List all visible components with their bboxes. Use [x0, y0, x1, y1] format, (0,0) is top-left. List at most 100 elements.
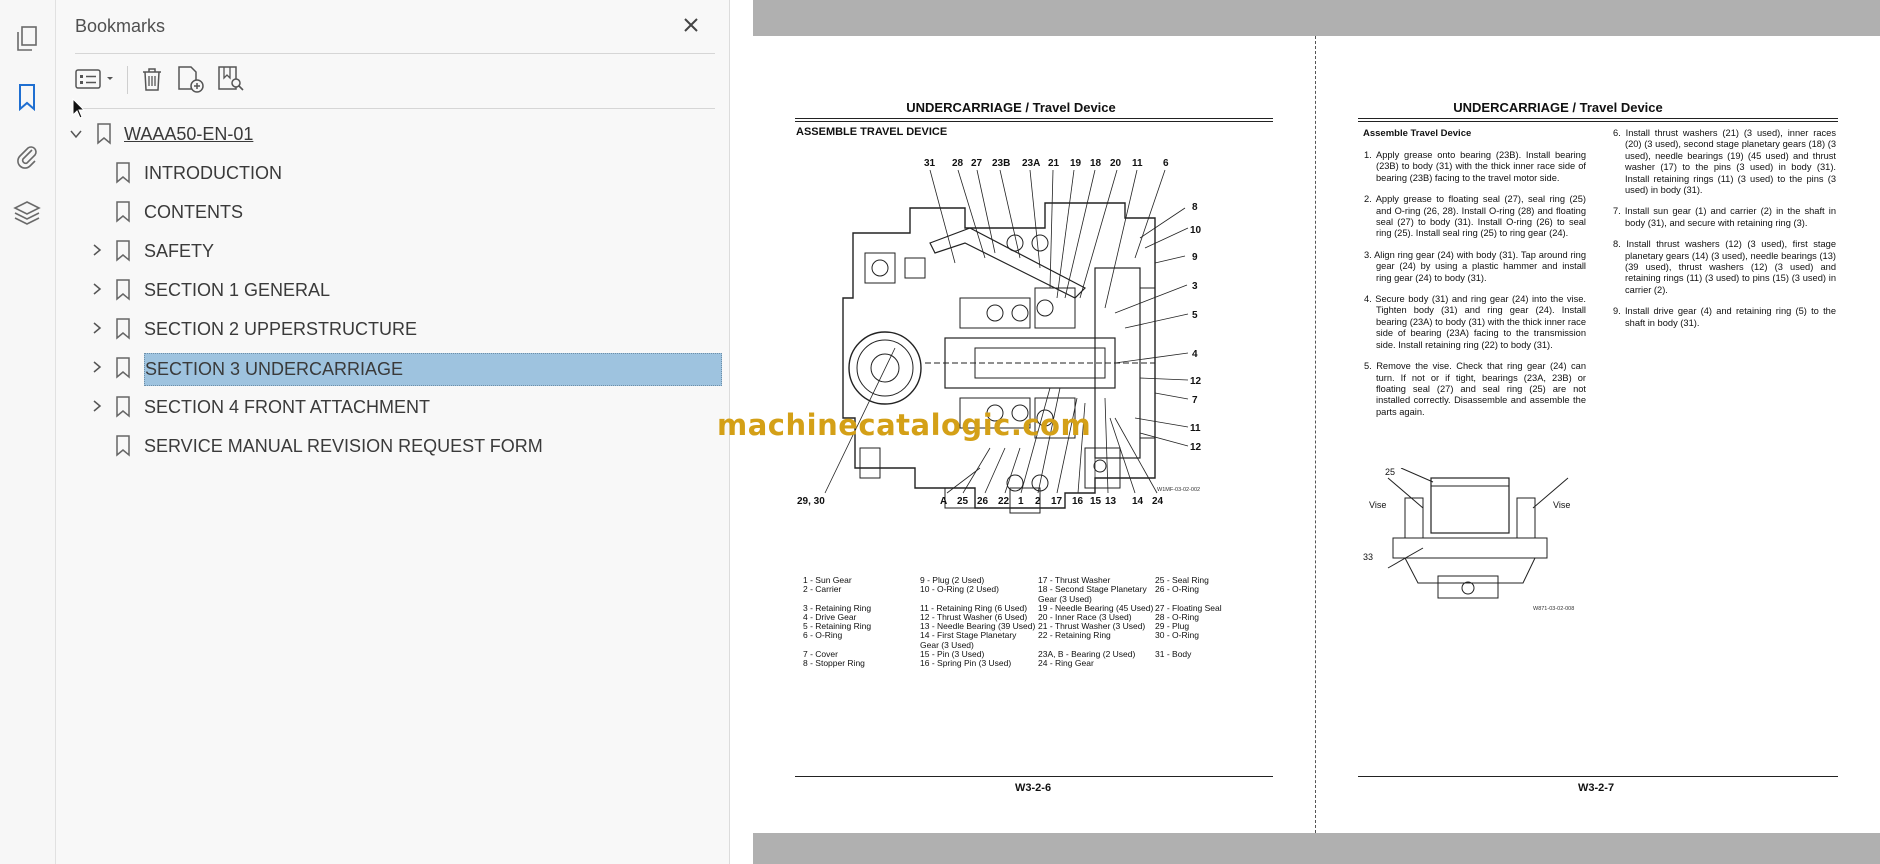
diagram-callout: 6	[1163, 158, 1169, 169]
diagram-callout: 20	[1110, 158, 1122, 169]
diagram-callout: 5	[1192, 310, 1198, 321]
bookmark-icon	[115, 201, 131, 223]
watermark-text: machinecatalogic.com	[717, 408, 1092, 442]
diagram-callout: 8	[1192, 202, 1198, 213]
close-icon[interactable]	[680, 14, 702, 36]
bookmark-item-safety[interactable]: SAFETY	[144, 236, 214, 266]
bookmark-item-introduction[interactable]: INTRODUCTION	[144, 158, 282, 188]
diagram-callout: 21	[1048, 158, 1060, 169]
bookmark-item-section-3[interactable]: SECTION 3 UNDERCARRIAGE	[144, 353, 722, 386]
legend-num: 31 -	[1155, 649, 1170, 659]
bookmark-item-section-4[interactable]: SECTION 4 FRONT ATTACHMENT	[144, 392, 430, 422]
legend-text: Spring Pin (3 Used)	[937, 658, 1012, 668]
vise-figure: 25 33 Vise Vise W871-03-02-008	[1363, 468, 1574, 612]
divider	[75, 53, 715, 54]
step-text: 8. Install thrust washers (12) (3 used),…	[1613, 239, 1836, 295]
diagram-callout: 28	[952, 158, 964, 169]
diagram-callout: 24	[1152, 496, 1164, 507]
figure-label: 33	[1363, 552, 1373, 562]
legend-num: 24 -	[1038, 658, 1053, 668]
legend-text: Body	[1172, 649, 1192, 659]
header-rule	[1358, 121, 1838, 122]
legend-text: O-Ring	[815, 630, 843, 640]
bookmark-icon	[115, 162, 131, 184]
diagram-callout: A	[940, 496, 947, 507]
step-text: 7. Install sun gear (1) and carrier (2) …	[1613, 206, 1836, 228]
page-subtitle: Assemble Travel Device	[1363, 128, 1472, 139]
legend-num: 14 -	[920, 630, 935, 640]
delete-icon[interactable]	[136, 62, 168, 96]
step-text: 2. Apply grease to floating seal (27), s…	[1364, 194, 1586, 239]
find-bookmark-icon[interactable]	[214, 62, 248, 96]
legend-text: O-Ring	[1172, 630, 1199, 640]
header-rule	[1358, 118, 1838, 119]
toolbar-separator	[127, 66, 128, 94]
chevron-right-icon[interactable]	[90, 321, 104, 335]
legend-num: 6 -	[803, 630, 813, 640]
layers-icon[interactable]	[12, 198, 42, 228]
diagram-callout: 11	[1190, 423, 1201, 434]
header-rule	[795, 121, 1273, 122]
chevron-right-icon[interactable]	[90, 243, 104, 257]
diagram-callout: 23A	[1022, 158, 1040, 169]
travel-device-diagram: 31 28 27 23B 23A 21 19 18 20 11 6 8 10 9…	[797, 158, 1202, 514]
figure-label: 25	[1385, 468, 1395, 477]
legend-text: Second Stage Planetary Gear (3 Used)	[1038, 584, 1147, 604]
step-text: 9. Install drive gear (4) and retaining …	[1613, 306, 1836, 328]
legend-num: 22 -	[1038, 630, 1053, 640]
step-text: 5. Remove the vise. Check that ring gear…	[1364, 361, 1586, 417]
diagram-callout: 31	[924, 158, 936, 169]
header-rule	[795, 118, 1273, 119]
legend-num: 16 -	[920, 658, 935, 668]
figure-label: Vise	[1553, 500, 1570, 510]
bookmark-item-root[interactable]: WAAA50-EN-01	[124, 119, 253, 149]
bookmark-item-revision-form[interactable]: SERVICE MANUAL REVISION REQUEST FORM	[144, 431, 543, 461]
diagram-callout: 26	[977, 496, 989, 507]
attachment-icon[interactable]	[12, 140, 42, 170]
legend-text: Retaining Ring	[1055, 630, 1111, 640]
figure-id: W871-03-02-008	[1533, 606, 1574, 612]
bookmark-icon	[115, 240, 131, 262]
bookmark-icon	[115, 435, 131, 457]
diagram-callout: 12	[1190, 442, 1202, 453]
bookmark-icon	[115, 357, 131, 379]
diagram-callout: 15	[1090, 496, 1102, 507]
legend-num: 30 -	[1155, 630, 1170, 640]
bookmark-icon	[115, 396, 131, 418]
pages-icon[interactable]	[12, 24, 42, 54]
diagram-callout: 9	[1192, 252, 1198, 263]
legend-num: 18 -	[1038, 584, 1053, 594]
legend-num: 8 -	[803, 658, 813, 668]
legend-text: Stopper Ring	[815, 658, 865, 668]
step-text: 3. Align ring gear (24) with body (31). …	[1364, 249, 1586, 283]
legend-text: O-Ring (2 Used)	[937, 584, 999, 594]
assembly-steps-col1: 1. Apply grease onto bearing (23B). Inst…	[1364, 150, 1586, 428]
bookmark-item-section-2[interactable]: SECTION 2 UPPERSTRUCTURE	[144, 314, 417, 344]
bookmark-item-section-1[interactable]: SECTION 1 GENERAL	[144, 275, 330, 305]
tool-rail	[0, 0, 56, 864]
diagram-callout: 11	[1132, 158, 1143, 169]
diagram-callout: 16	[1072, 496, 1084, 507]
bookmark-icon	[115, 318, 131, 340]
bookmark-item-contents[interactable]: CONTENTS	[144, 197, 243, 227]
figure-label: Vise	[1369, 500, 1386, 510]
chevron-right-icon[interactable]	[90, 282, 104, 296]
panel-title: Bookmarks	[75, 16, 166, 36]
bookmark-icon[interactable]	[12, 82, 42, 112]
chevron-right-icon[interactable]	[90, 360, 104, 374]
bookmarks-panel: Bookmarks WAAA50-EN-01 INTRODUCTION CONT…	[56, 0, 730, 864]
diagram-callout: 22	[998, 496, 1010, 507]
diagram-callout: 29, 30	[797, 496, 825, 507]
step-text: 1. Apply grease onto bearing (23B). Inst…	[1364, 150, 1586, 183]
page-number: W3-2-6	[1015, 782, 1052, 794]
options-list-icon[interactable]	[75, 62, 117, 96]
chevron-down-icon[interactable]	[69, 127, 83, 141]
diagram-callout: 14	[1132, 496, 1144, 507]
chevron-right-icon[interactable]	[90, 399, 104, 413]
cursor-icon	[72, 98, 86, 119]
diagram-callout: 23B	[992, 158, 1010, 169]
page-divider	[1315, 36, 1316, 833]
new-bookmark-icon[interactable]	[174, 62, 208, 96]
diagram-callout: 3	[1192, 281, 1198, 292]
legend-num: 2 -	[803, 584, 813, 594]
